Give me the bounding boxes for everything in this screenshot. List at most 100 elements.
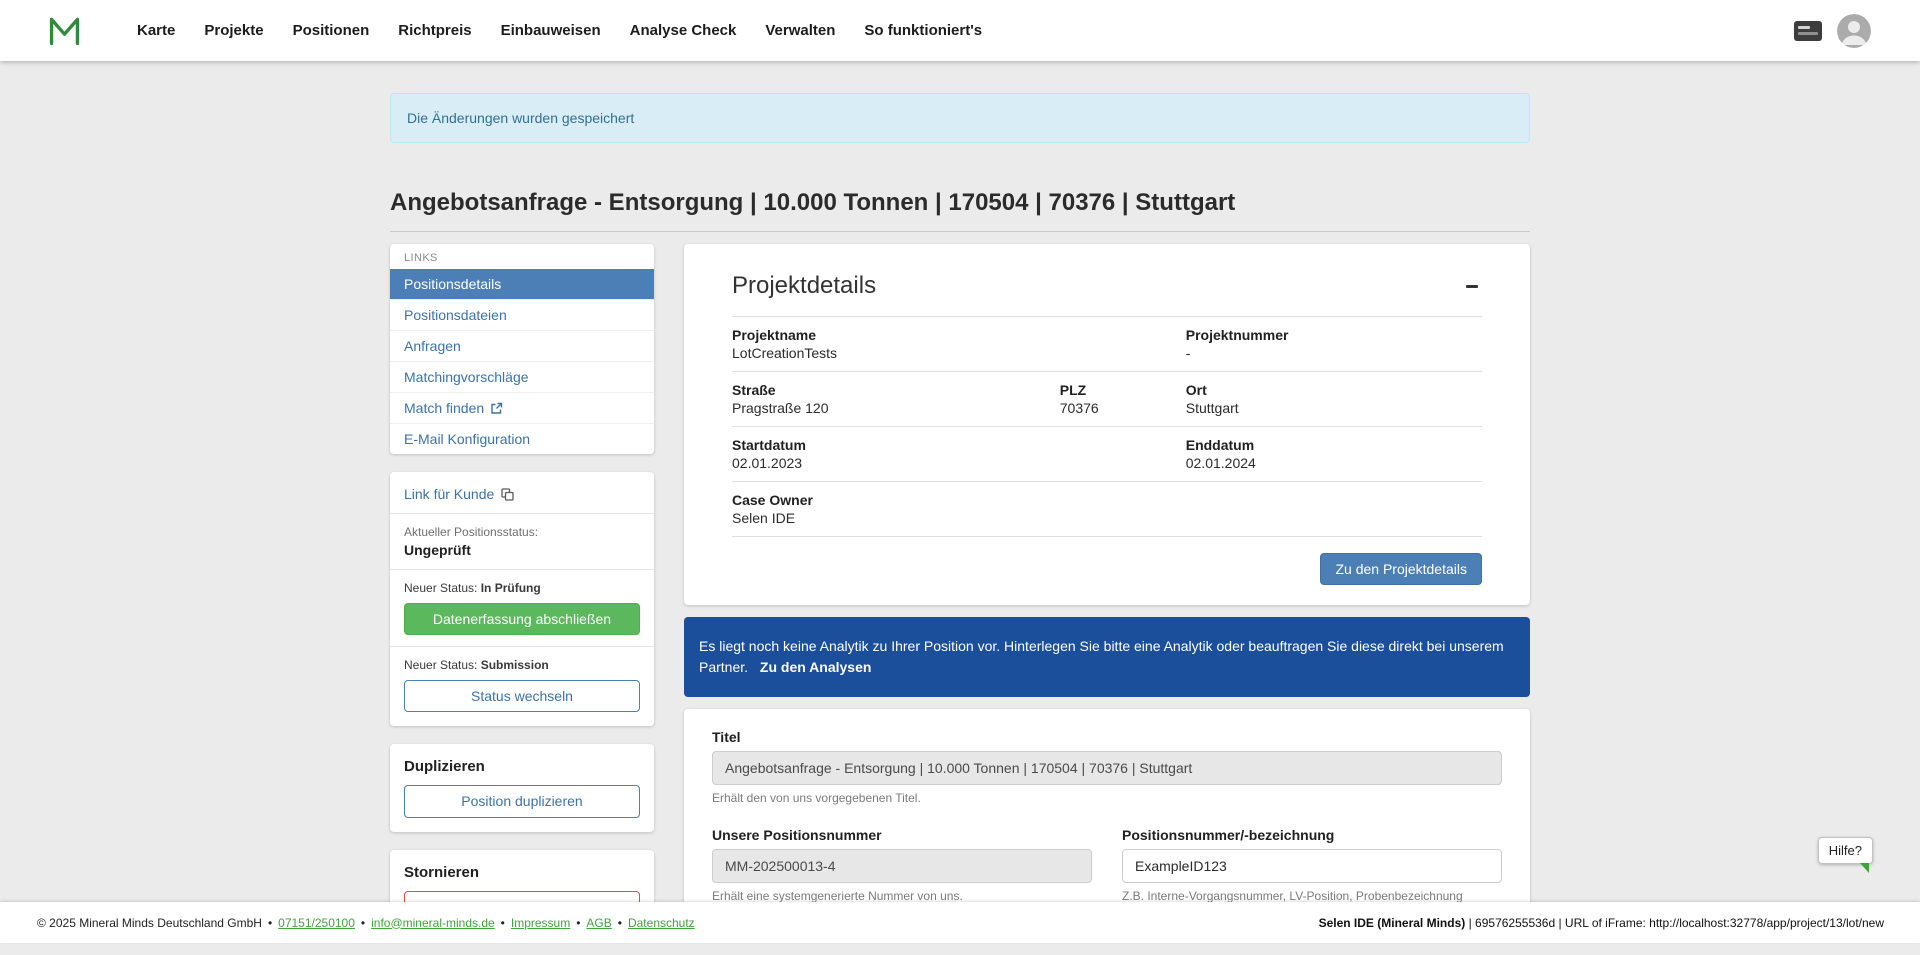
project-actions: Zu den Projektdetails: [732, 553, 1482, 585]
nav-item-projekte[interactable]: Projekte: [204, 22, 263, 39]
sidebar-item-email-konfiguration[interactable]: E-Mail Konfiguration: [390, 423, 654, 454]
field-value: -: [1186, 345, 1482, 361]
status-card: Link für Kunde Aktueller Positionsstatus…: [390, 472, 654, 726]
customer-link[interactable]: Link für Kunde: [404, 486, 514, 502]
footer-phone-link[interactable]: 07151/250100: [278, 916, 355, 930]
nav-item-positionen[interactable]: Positionen: [293, 22, 370, 39]
main-layout: LINKS Positionsdetails Positionsdateien …: [390, 244, 1530, 955]
footer-email-link[interactable]: info@mineral-minds.de: [371, 916, 495, 930]
brand-logo-icon[interactable]: [46, 12, 83, 49]
field-label: Projektname: [732, 327, 1060, 343]
analytics-banner: Es liegt noch keine Analytik zu Ihrer Po…: [684, 617, 1530, 697]
complete-data-entry-button[interactable]: Datenerfassung abschließen: [404, 603, 640, 635]
footer-datenschutz-link[interactable]: Datenschutz: [628, 916, 695, 930]
footer-left: © 2025 Mineral Minds Deutschland GmbH • …: [37, 916, 695, 930]
current-status-label: Aktueller Positionsstatus:: [404, 525, 640, 539]
divider: [390, 569, 654, 570]
sidebar: LINKS Positionsdetails Positionsdateien …: [390, 244, 654, 955]
footer-copyright: © 2025 Mineral Minds Deutschland GmbH: [37, 916, 262, 930]
footer-separator: •: [268, 916, 272, 930]
project-details-header: Projektdetails: [732, 272, 1482, 300]
our-number-input: [712, 849, 1092, 883]
footer-agb-link[interactable]: AGB: [586, 916, 611, 930]
nav-item-analyse-check[interactable]: Analyse Check: [630, 22, 737, 39]
sidebar-item-anfragen[interactable]: Anfragen: [390, 330, 654, 361]
our-number-group: Unsere Positionsnummer Erhält eine syste…: [712, 827, 1092, 903]
sidebar-item-positionsdetails[interactable]: Positionsdetails: [390, 269, 654, 299]
our-number-helper: Erhält eine systemgenerierte Nummer von …: [712, 889, 1092, 903]
navbar-left: Karte Projekte Positionen Richtpreis Ein…: [0, 12, 1011, 49]
duplicate-card-title: Duplizieren: [404, 758, 640, 775]
sidebar-item-matchingvorschlaege[interactable]: Matchingvorschläge: [390, 361, 654, 392]
analytics-link[interactable]: Zu den Analysen: [760, 659, 872, 675]
new-status-label: Neuer Status:: [404, 658, 477, 672]
nav-item-so-funktionierts[interactable]: So funktioniert's: [864, 22, 982, 39]
field-label: Case Owner: [732, 492, 1060, 508]
success-alert: Die Änderungen wurden gespeichert: [390, 93, 1530, 143]
footer-separator: •: [501, 916, 505, 930]
customer-link-label: Link für Kunde: [404, 486, 494, 502]
position-form-card: Titel Erhält den von uns vorgegebenen Ti…: [684, 709, 1530, 931]
field-value: 02.01.2023: [732, 455, 1060, 471]
divider: [390, 646, 654, 647]
footer-session-details: | 69576255536d | URL of iFrame: http://l…: [1469, 916, 1884, 930]
title-field-label: Titel: [712, 729, 1502, 745]
project-row: Startdatum 02.01.2023 Enddatum 02.01.202…: [732, 426, 1482, 481]
new-status-label: Neuer Status:: [404, 581, 477, 595]
top-navbar: Karte Projekte Positionen Richtpreis Ein…: [0, 0, 1920, 61]
field-value: LotCreationTests: [732, 345, 1060, 361]
switch-status-button[interactable]: Status wechseln: [404, 680, 640, 712]
project-field: Projektnummer -: [1186, 327, 1482, 361]
nav-item-karte[interactable]: Karte: [137, 22, 175, 39]
title-field-group: Titel Erhält den von uns vorgegebenen Ti…: [712, 729, 1502, 805]
project-row: Case Owner Selen IDE: [732, 481, 1482, 537]
collapse-icon[interactable]: [1462, 276, 1482, 296]
field-label: Enddatum: [1186, 437, 1482, 453]
title-field-helper: Erhält den von uns vorgegebenen Titel.: [712, 791, 1502, 805]
new-status-line-1: Neuer Status: In Prüfung: [404, 581, 640, 595]
new-status-line-2: Neuer Status: Submission: [404, 658, 640, 672]
footer-impressum-link[interactable]: Impressum: [511, 916, 570, 930]
new-status-value: In Prüfung: [481, 581, 541, 595]
user-avatar-icon[interactable]: [1837, 14, 1871, 48]
duplicate-position-button[interactable]: Position duplizieren: [404, 785, 640, 817]
field-value: Pragstraße 120: [732, 400, 1060, 416]
field-label: PLZ: [1060, 382, 1186, 398]
copy-icon: [501, 488, 514, 501]
nav-item-verwalten[interactable]: Verwalten: [765, 22, 835, 39]
field-label: Ort: [1186, 382, 1482, 398]
project-details-card: Projektdetails Projektname LotCreationTe…: [684, 244, 1530, 605]
id-card-icon[interactable]: [1793, 20, 1823, 42]
footer-user: Selen IDE (Mineral Minds): [1319, 916, 1466, 930]
main-content: Projektdetails Projektname LotCreationTe…: [684, 244, 1530, 931]
our-number-label: Unsere Positionsnummer: [712, 827, 1092, 843]
position-number-label: Positionsnummer/-bezeichnung: [1122, 827, 1502, 843]
nav-item-einbauweisen[interactable]: Einbauweisen: [501, 22, 601, 39]
footer-separator: •: [361, 916, 365, 930]
links-card: LINKS Positionsdetails Positionsdateien …: [390, 244, 654, 454]
footer-separator: •: [576, 916, 580, 930]
help-button[interactable]: Hilfe?: [1818, 837, 1873, 864]
project-row: Projektname LotCreationTests Projektnumm…: [732, 316, 1482, 371]
title-field-input: [712, 751, 1502, 785]
number-fields-row: Unsere Positionsnummer Erhält eine syste…: [712, 827, 1502, 903]
project-field: PLZ 70376: [1060, 382, 1186, 416]
project-details-title: Projektdetails: [732, 272, 876, 300]
field-label: Startdatum: [732, 437, 1060, 453]
footer-session-info: Selen IDE (Mineral Minds) | 69576255536d…: [1319, 916, 1884, 930]
project-details-button[interactable]: Zu den Projektdetails: [1320, 553, 1482, 585]
cancel-card-title: Stornieren: [404, 864, 640, 881]
project-field: Case Owner Selen IDE: [732, 492, 1060, 526]
sidebar-item-match-finden[interactable]: Match finden: [390, 392, 654, 423]
sidebar-item-positionsdateien[interactable]: Positionsdateien: [390, 299, 654, 330]
field-value: Stuttgart: [1186, 400, 1482, 416]
position-number-input[interactable]: [1122, 849, 1502, 883]
nav-item-richtpreis[interactable]: Richtpreis: [398, 22, 471, 39]
footer-separator: •: [618, 916, 622, 930]
field-value: 70376: [1060, 400, 1186, 416]
links-header: LINKS: [390, 244, 654, 269]
position-number-group: Positionsnummer/-bezeichnung Z.B. Intern…: [1122, 827, 1502, 903]
field-label: Straße: [732, 382, 1060, 398]
external-link-icon: [490, 402, 503, 415]
field-value: 02.01.2024: [1186, 455, 1482, 471]
